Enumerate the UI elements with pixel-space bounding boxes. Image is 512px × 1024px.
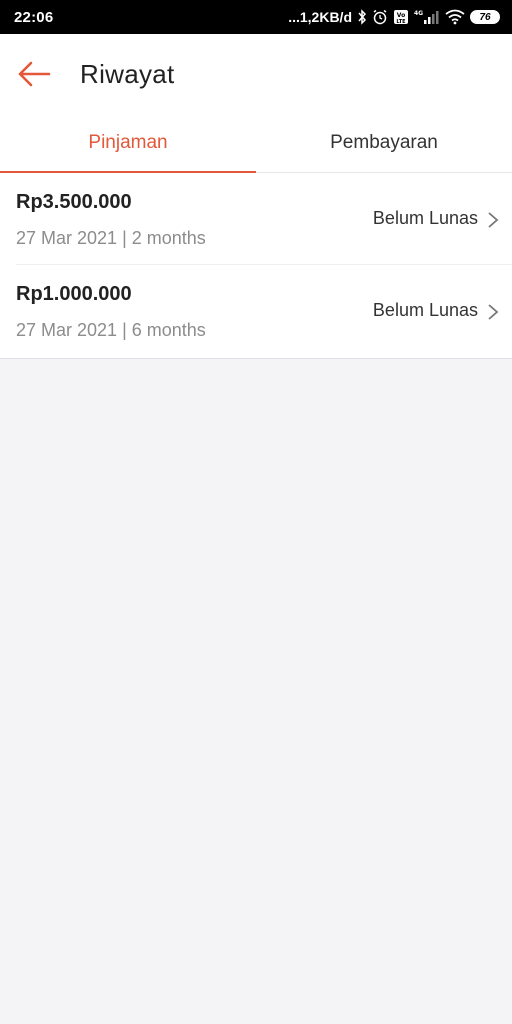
battery-icon: 76 — [470, 10, 500, 24]
loan-meta: 27 Mar 2021 | 2 months — [16, 228, 206, 248]
network-type: 4G — [414, 10, 423, 17]
volte-icon: Vo LTE — [393, 9, 409, 25]
status-bar: 22:06 ...1,2KB/d Vo LTE 4G 76 — [0, 0, 512, 34]
loan-list: Rp3.500.000 27 Mar 2021 | 2 months Belum… — [0, 173, 512, 359]
loan-status: Belum Lunas — [372, 300, 478, 320]
svg-text:LTE: LTE — [396, 19, 406, 25]
loan-amount: Rp3.500.000 — [16, 191, 132, 213]
page-title: Riwayat — [80, 58, 175, 89]
app-header: Riwayat — [0, 34, 512, 114]
signal-icon: 4G — [414, 9, 440, 25]
svg-text:Vo: Vo — [397, 12, 405, 19]
network-speed: ...1,2KB/d — [288, 9, 352, 25]
tab-pinjaman[interactable]: Pinjaman — [0, 114, 256, 173]
arrow-left-icon — [18, 61, 51, 87]
loan-amount: Rp1.000.000 — [16, 283, 132, 305]
status-time: 22:06 — [14, 8, 54, 26]
list-item[interactable]: Rp1.000.000 27 Mar 2021 | 6 months Belum… — [16, 265, 512, 358]
alarm-icon — [372, 9, 388, 25]
tab-bar: Pinjaman Pembayaran — [0, 114, 512, 173]
back-button[interactable] — [14, 54, 54, 94]
bluetooth-icon — [357, 9, 367, 25]
chevron-right-icon — [488, 304, 499, 320]
loan-status: Belum Lunas — [372, 208, 478, 228]
chevron-right-icon — [488, 212, 499, 228]
tab-pembayaran[interactable]: Pembayaran — [256, 114, 512, 172]
status-icons: ...1,2KB/d Vo LTE 4G 76 — [288, 9, 500, 25]
list-item[interactable]: Rp3.500.000 27 Mar 2021 | 2 months Belum… — [16, 173, 512, 265]
wifi-icon — [445, 9, 465, 25]
loan-meta: 27 Mar 2021 | 6 months — [16, 320, 206, 340]
